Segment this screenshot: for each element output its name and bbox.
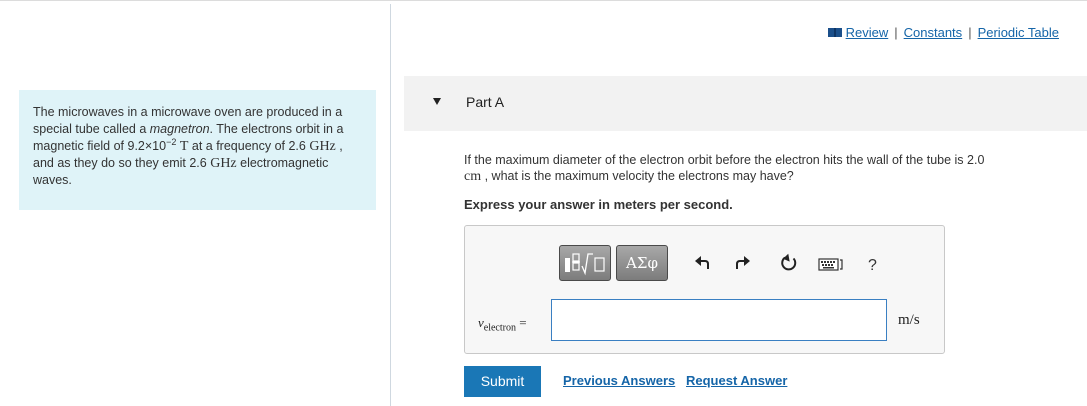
top-rule: [0, 0, 1087, 1]
answer-box: ΑΣφ ? velectron = m/s: [464, 225, 945, 354]
unit-tesla: T: [179, 139, 189, 154]
templates-button[interactable]: [559, 245, 611, 281]
problem-magnetron: magnetron: [149, 122, 210, 136]
unit-ghz-2: GHz: [210, 156, 237, 171]
redo-icon[interactable]: [732, 253, 752, 273]
problem-exponent: −2: [166, 136, 177, 147]
variable-subscript: electron: [483, 322, 516, 334]
greek-symbols-button[interactable]: ΑΣφ: [616, 245, 668, 281]
answer-instruction: Express your answer in meters per second…: [464, 197, 733, 212]
periodic-table-link[interactable]: Periodic Table: [978, 25, 1059, 40]
equals-sign: =: [519, 315, 527, 330]
part-title: Part A: [466, 94, 505, 110]
collapse-caret-icon[interactable]: [433, 98, 441, 105]
help-button[interactable]: ?: [868, 257, 877, 275]
question-text-2: , what is the maximum velocity the elect…: [484, 169, 794, 183]
part-a-header[interactable]: Part A: [404, 76, 1087, 131]
question-text: If the maximum diameter of the electron …: [464, 152, 1064, 185]
question-text-1: If the maximum diameter of the electron …: [464, 153, 985, 167]
link-separator: |: [894, 25, 898, 40]
link-separator: |: [968, 25, 972, 40]
header-links: Review | Constants | Periodic Table: [827, 25, 1059, 40]
problem-statement: The microwaves in a microwave oven are p…: [19, 90, 376, 210]
previous-answers-link[interactable]: Previous Answers: [563, 373, 675, 388]
unit-ghz-1: GHz: [309, 139, 336, 154]
templates-icon: [565, 253, 605, 276]
review-link[interactable]: Review: [846, 25, 889, 40]
request-answer-link[interactable]: Request Answer: [686, 373, 787, 388]
answer-variable-label: velectron =: [478, 315, 527, 334]
constants-link[interactable]: Constants: [904, 25, 963, 40]
unit-cm: cm: [464, 169, 482, 184]
keyboard-icon[interactable]: [818, 254, 844, 274]
submit-button[interactable]: Submit: [464, 366, 541, 397]
reset-icon[interactable]: [779, 253, 799, 273]
undo-icon[interactable]: [693, 253, 713, 273]
pane-divider: [390, 4, 391, 406]
problem-text-3: at a frequency of 2.6: [191, 139, 306, 153]
answer-unit: m/s: [898, 312, 920, 328]
book-icon: [827, 28, 842, 37]
answer-input[interactable]: [551, 299, 887, 341]
